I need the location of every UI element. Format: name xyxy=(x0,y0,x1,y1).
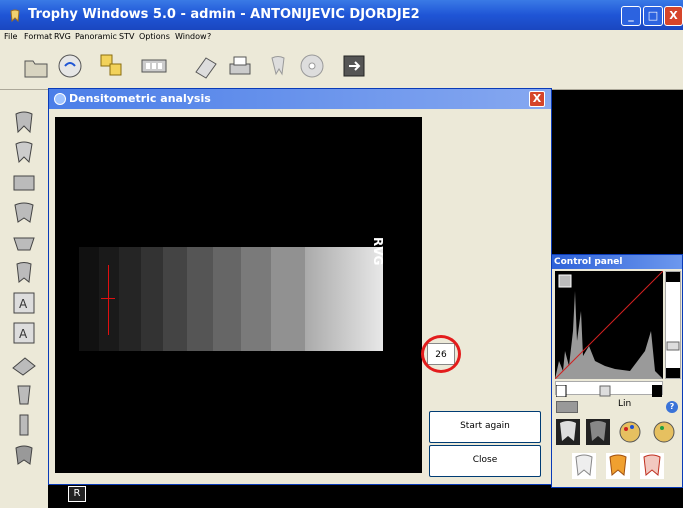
tooth-red-icon[interactable] xyxy=(640,453,664,479)
sensor-tool-icon[interactable] xyxy=(10,352,38,378)
menu-options[interactable]: Options xyxy=(139,32,170,41)
maximize-button[interactable]: □ xyxy=(643,6,663,26)
start-again-button[interactable]: Start again xyxy=(429,411,541,443)
layout-icon[interactable] xyxy=(98,52,126,80)
horizontal-slider[interactable] xyxy=(555,381,663,398)
svg-text:A: A xyxy=(19,327,28,341)
measure-line[interactable] xyxy=(108,265,109,335)
palette-alt-icon[interactable] xyxy=(652,419,676,445)
mode-label: Lin xyxy=(618,399,632,409)
toolbar xyxy=(0,44,683,90)
menu-rvg[interactable]: RVG xyxy=(54,32,71,41)
menu-panoramic[interactable]: Panoramic xyxy=(75,32,117,41)
dialog-title-bar: Densitometric analysis X xyxy=(49,89,551,109)
measure-crosshair xyxy=(101,298,115,299)
molar-tool-icon[interactable] xyxy=(10,110,38,136)
incisor-tool-icon[interactable] xyxy=(10,140,38,166)
dialog-title: Densitometric analysis xyxy=(69,92,211,105)
tooth-chart-icon[interactable] xyxy=(10,170,38,196)
tooth-tool-icon[interactable] xyxy=(264,52,292,80)
implant-tool-icon[interactable] xyxy=(10,382,38,408)
r-marker[interactable]: R xyxy=(68,486,86,502)
dialog-close-button[interactable]: X xyxy=(529,91,545,107)
annotate-tooth-icon[interactable]: A xyxy=(10,290,38,316)
step-wedge xyxy=(79,247,383,351)
crown-tool-icon[interactable] xyxy=(10,442,38,468)
folder-open-icon[interactable] xyxy=(22,52,50,80)
jaw-tool-icon[interactable] xyxy=(10,200,38,226)
xray-image[interactable]: RVG xyxy=(55,117,422,473)
control-panel: Control panel Lin ? xyxy=(551,254,683,488)
post-tool-icon[interactable] xyxy=(10,412,38,438)
menu-stv[interactable]: STV xyxy=(119,32,134,41)
scanner-icon[interactable] xyxy=(56,52,84,80)
left-toolbar: A A xyxy=(0,90,48,508)
annotate-text-icon[interactable]: A xyxy=(10,320,38,346)
minimize-button[interactable]: _ xyxy=(621,6,641,26)
filmstrip-icon[interactable] xyxy=(140,52,168,80)
vertical-slider[interactable] xyxy=(665,271,681,379)
densitometric-dialog: Densitometric analysis X RVG 26 Start ag… xyxy=(48,88,552,485)
title-bar: Trophy Windows 5.0 - admin - ANTONIJEVIC… xyxy=(0,0,683,30)
menu-help[interactable]: ? xyxy=(207,32,211,41)
disc-icon[interactable] xyxy=(298,52,326,80)
tooth-orange-icon[interactable] xyxy=(606,453,630,479)
menu-bar: File Format RVG Panoramic STV Options Wi… xyxy=(0,30,683,44)
svg-text:A: A xyxy=(19,297,28,311)
window-title: Trophy Windows 5.0 - admin - ANTONIJEVIC… xyxy=(28,7,420,22)
highlight-circle xyxy=(421,335,461,373)
sensor-icon[interactable] xyxy=(192,52,220,80)
menu-file[interactable]: File xyxy=(4,32,17,41)
root-tool-icon[interactable] xyxy=(10,260,38,286)
control-panel-title: Control panel xyxy=(552,255,682,269)
bitewing-tool-icon[interactable] xyxy=(10,230,38,256)
menu-format[interactable]: Format xyxy=(24,32,52,41)
app-icon xyxy=(8,8,22,23)
palette-icon[interactable] xyxy=(618,419,642,445)
close-button[interactable]: X xyxy=(664,6,683,26)
dialog-icon xyxy=(54,93,66,105)
exit-icon[interactable] xyxy=(340,52,368,80)
close-dialog-button[interactable]: Close xyxy=(429,445,541,477)
tooth-white-icon[interactable] xyxy=(572,453,596,479)
rvg-marker: RVG xyxy=(371,237,385,266)
menu-window[interactable]: Window xyxy=(175,32,207,41)
histogram[interactable] xyxy=(555,271,663,379)
reset-button[interactable] xyxy=(556,401,578,413)
tooth-normal-icon[interactable] xyxy=(556,419,580,445)
help-icon[interactable]: ? xyxy=(666,401,678,413)
tooth-inverse-icon[interactable] xyxy=(586,419,610,445)
print-icon[interactable] xyxy=(226,52,254,80)
